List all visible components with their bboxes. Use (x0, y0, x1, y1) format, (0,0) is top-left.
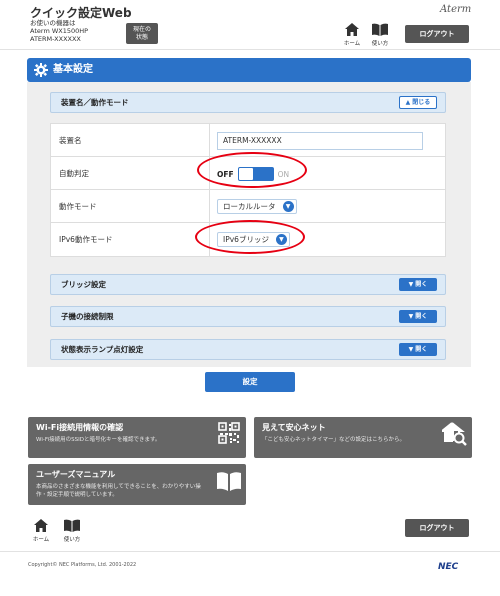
ipv6-mode-label: IPv6動作モード (59, 235, 113, 244)
section-title: 基本設定 (53, 64, 93, 75)
section-header: 基本設定 (27, 58, 471, 82)
device-info-line: お使いの機器は (30, 19, 76, 27)
nec-logo: NEC (438, 562, 459, 572)
chevron-down-icon: ▼ (408, 346, 414, 353)
auto-detect-label: 自動判定 (59, 169, 89, 178)
highlight-oval (197, 152, 307, 188)
operation-mode-value: ローカルルータ (223, 202, 276, 211)
footer-usage-label: 使い方 (63, 537, 81, 543)
user-manual-desc-line: 本商品のさまざまな機能を利用してできることを、わかりやすい操 (36, 484, 201, 490)
open-bridge-button[interactable]: ▼ 開く (399, 278, 437, 291)
open-bridge-label: 開く (415, 281, 428, 288)
column-divider (209, 190, 210, 222)
table-row: 動作モード ローカルルータ ▼ (51, 190, 445, 223)
footer-logout-button[interactable]: ログアウト (405, 519, 469, 537)
operation-mode-label: 動作モード (59, 202, 97, 211)
copyright-text: Copyright© NEC Platforms, Ltd. 2001-2022 (28, 562, 137, 568)
user-manual-title: ユーザーズマニュアル (36, 470, 116, 479)
current-status-label-2: 状態 (135, 34, 148, 41)
header: クイック設定Web お使いの機器は Aterm WX1500HP ATERM-X… (0, 0, 500, 50)
qr-code-icon (218, 422, 240, 444)
current-status-button[interactable]: 現在の 状態 (126, 23, 158, 44)
usage-nav-label: 使い方 (371, 41, 389, 47)
footer-usage-nav[interactable]: 使い方 (59, 519, 85, 543)
current-status-label-1: 現在の (132, 26, 151, 33)
logout-button[interactable]: ログアウト (405, 25, 469, 43)
user-manual-desc: 本商品のさまざまな機能を利用してできることを、わかりやすい操 作・設定手順で説明… (36, 483, 201, 499)
gear-icon (34, 63, 48, 77)
open-child-limit-label: 開く (415, 313, 428, 320)
book-icon (372, 23, 388, 36)
chevron-down-icon: ▼ (408, 313, 414, 320)
house-search-icon (442, 422, 467, 446)
bridge-panel-title: ブリッジ設定 (61, 280, 106, 289)
home-icon (345, 23, 359, 36)
lamp-panel-header[interactable]: 状態表示ランプ点灯設定 ▼ 開く (50, 339, 446, 360)
aterm-logo: Aterm (440, 4, 472, 15)
home-icon (34, 519, 48, 532)
device-model: Aterm WX1500HP (30, 27, 89, 35)
device-mode-panel-title: 装置名／動作モード (61, 98, 129, 107)
close-panel-button[interactable]: ▲ 閉じる (399, 96, 437, 109)
lamp-panel-title: 状態表示ランプ点灯設定 (61, 345, 144, 354)
device-name-input[interactable]: ATERM-XXXXXX (217, 132, 423, 150)
book-icon (64, 519, 80, 532)
open-lamp-button[interactable]: ▼ 開く (399, 343, 437, 356)
wifi-info-tile[interactable]: Wi-Fi接続用情報の確認 Wi-Fi接続用のSSIDと暗号化キーを確認できます… (28, 417, 246, 458)
usage-nav[interactable]: 使い方 (367, 23, 393, 47)
column-divider (209, 124, 210, 156)
open-lamp-label: 開く (415, 346, 428, 353)
user-manual-tile[interactable]: ユーザーズマニュアル 本商品のさまざまな機能を利用してできることを、わかりやすい… (28, 464, 246, 505)
open-child-limit-button[interactable]: ▼ 開く (399, 310, 437, 323)
chevron-down-icon: ▼ (282, 201, 294, 212)
footer-home-label: ホーム (32, 537, 50, 543)
child-limit-panel-header[interactable]: 子機の接続制限 ▼ 開く (50, 306, 446, 327)
home-nav[interactable]: ホーム (339, 23, 365, 47)
safety-net-desc: 「こども安心ネットタイマー」などの設定はこちらから。 (262, 437, 406, 443)
bridge-panel-header[interactable]: ブリッジ設定 ▼ 開く (50, 274, 446, 295)
footer-home-nav[interactable]: ホーム (28, 519, 54, 543)
safety-net-title: 見えて安心ネット (262, 423, 326, 432)
child-limit-panel-title: 子機の接続制限 (61, 312, 114, 321)
device-name-label: 装置名 (59, 136, 82, 145)
device-name: ATERM-XXXXXX (30, 35, 81, 43)
wifi-info-desc: Wi-Fi接続用のSSIDと暗号化キーを確認できます。 (36, 437, 161, 443)
set-button[interactable]: 設定 (205, 372, 295, 392)
chevron-down-icon: ▼ (408, 281, 414, 288)
close-panel-label: 閉じる (412, 99, 431, 106)
user-manual-desc-line: 作・設定手順で説明しています。 (36, 492, 118, 498)
open-book-icon (217, 472, 241, 491)
device-mode-panel-header[interactable]: 装置名／動作モード ▲ 閉じる (50, 92, 446, 113)
footer-divider (0, 551, 500, 552)
device-info: お使いの機器は Aterm WX1500HP ATERM-XXXXXX (30, 19, 88, 43)
highlight-oval (195, 220, 305, 254)
safety-net-tile[interactable]: 見えて安心ネット 「こども安心ネットタイマー」などの設定はこちらから。 (254, 417, 472, 458)
operation-mode-select[interactable]: ローカルルータ ▼ (217, 199, 297, 214)
home-nav-label: ホーム (343, 41, 361, 47)
chevron-up-icon: ▲ (405, 99, 411, 106)
wifi-info-title: Wi-Fi接続用情報の確認 (36, 423, 124, 432)
